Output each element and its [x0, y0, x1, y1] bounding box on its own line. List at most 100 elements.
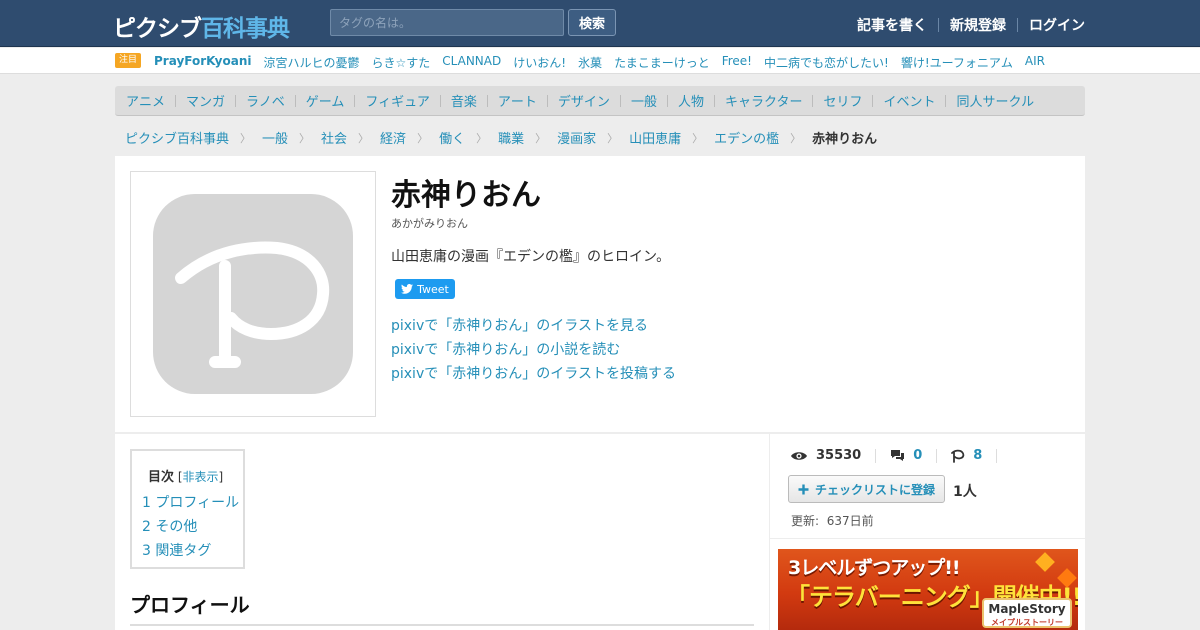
toc-item[interactable]: 2 その他	[142, 515, 239, 539]
divider	[812, 94, 814, 107]
breadcrumb-item[interactable]: 社会	[321, 128, 347, 147]
breadcrumb-item[interactable]: ピクシブ百科事典	[125, 128, 229, 147]
divider	[713, 94, 715, 107]
site-header: ピクシブ百科事典 検索 記事を書く 新規登録 ログイン	[0, 0, 1200, 47]
post-illustration-link[interactable]: pixivで「赤神りおん」のイラストを投稿する	[391, 362, 676, 386]
pixiv-logo-icon	[153, 194, 353, 394]
category-item[interactable]: 一般	[631, 91, 657, 110]
maple-leaf-icon	[1035, 552, 1055, 572]
category-item[interactable]: アート	[498, 91, 537, 110]
trending-tag[interactable]: たまこまーけっと	[614, 54, 710, 71]
search-input[interactable]	[330, 9, 564, 36]
trending-tag[interactable]: Free!	[722, 54, 752, 71]
page-title: 赤神りおん	[391, 178, 541, 213]
toc-item[interactable]: 3 関連タグ	[142, 539, 239, 563]
trending-tag[interactable]: 響け!ユーフォニアム	[901, 54, 1013, 71]
logo-kanji: 百科事典	[201, 16, 290, 42]
signup-link[interactable]: 新規登録	[950, 15, 1006, 35]
divider	[546, 94, 548, 107]
divider	[875, 448, 877, 463]
title-reading: あかがみりおん	[391, 217, 468, 230]
breadcrumb-item[interactable]: 一般	[262, 128, 288, 147]
tweet-button[interactable]: Tweet	[395, 279, 455, 299]
breadcrumb-item[interactable]: 漫画家	[557, 128, 596, 147]
chevron-right-icon: 〉	[358, 131, 370, 145]
ad-banner[interactable]: 3レベルずつアップ!! 「テラバーニング」開催中!! MapleStory メイ…	[778, 549, 1078, 630]
header-links: 記事を書く 新規登録 ログイン	[857, 15, 1085, 35]
add-to-checklist-button[interactable]: チェックリストに登録	[788, 475, 945, 503]
chevron-right-icon: 〉	[692, 131, 704, 145]
section-heading: プロフィール	[130, 589, 754, 626]
write-article-link[interactable]: 記事を書く	[857, 15, 927, 35]
ad-container: 3レベルずつアップ!! 「テラバーニング」開催中!! MapleStory メイ…	[770, 539, 1085, 630]
breadcrumb-current: 赤神りおん	[812, 132, 878, 147]
login-link[interactable]: ログイン	[1029, 15, 1085, 35]
trending-tag[interactable]: 中二病でも恋がしたい!	[764, 54, 889, 71]
divider	[486, 94, 488, 107]
sidebar-stats: 35530 0 8 チェックリストに登録 1人 更新: 637日前	[770, 434, 1085, 538]
divider	[872, 94, 874, 107]
article-header: 赤神りおん あかがみりおん 山田恵庸の漫画『エデンの檻』のヒロイン。 Tweet…	[115, 156, 1085, 432]
trending-tag[interactable]: けいおん!	[513, 54, 566, 71]
trending-tag[interactable]: PrayForKyoani	[154, 54, 252, 71]
trending-tag[interactable]: 氷菓	[578, 54, 602, 71]
category-item[interactable]: 人物	[678, 91, 704, 110]
article-body: 目次 [非表示] 1 プロフィール 2 その他 3 関連タグ プロフィール	[115, 434, 769, 630]
category-item[interactable]: イベント	[883, 91, 935, 110]
category-item[interactable]: 音楽	[451, 91, 477, 110]
category-item[interactable]: アニメ	[126, 91, 165, 110]
read-novels-link[interactable]: pixivで「赤神りおん」の小説を読む	[391, 338, 676, 362]
category-item[interactable]: キャラクター	[725, 91, 802, 110]
divider	[666, 94, 668, 107]
category-item[interactable]: デザイン	[558, 91, 610, 110]
trending-tag[interactable]: CLANNAD	[442, 54, 501, 71]
trending-tag[interactable]: らき☆すた	[372, 54, 431, 71]
pixiv-p-icon	[951, 449, 965, 463]
view-illustrations-link[interactable]: pixivで「赤神りおん」のイラストを見る	[391, 314, 676, 338]
comment-count: 0	[913, 448, 923, 463]
category-item[interactable]: ゲーム	[306, 91, 345, 110]
breadcrumb-item[interactable]: 山田恵庸	[629, 128, 681, 147]
toc-list: 1 プロフィール 2 その他 3 関連タグ	[142, 491, 239, 563]
pixiv-p-glyph	[175, 241, 330, 368]
divider	[1017, 18, 1018, 32]
toc-toggle[interactable]: 非表示	[183, 470, 219, 484]
breadcrumb-item[interactable]: エデンの檻	[714, 128, 779, 147]
divider	[619, 94, 621, 107]
article-thumbnail	[130, 171, 376, 417]
trending-tags: PrayForKyoani 涼宮ハルヒの憂鬱 らき☆すた CLANNAD けいお…	[154, 54, 1045, 71]
category-item[interactable]: 同人サークル	[956, 91, 1034, 110]
pixiv-count: 8	[973, 448, 983, 463]
trending-tags-bar: 注目 PrayForKyoani 涼宮ハルヒの憂鬱 らき☆すた CLANNAD …	[0, 48, 1200, 74]
tweet-label: Tweet	[417, 282, 449, 296]
twitter-bird-icon	[401, 284, 414, 294]
chevron-right-icon: 〉	[607, 131, 619, 145]
ad-logo-text: MapleStory	[988, 602, 1066, 616]
toc-item[interactable]: 1 プロフィール	[142, 491, 239, 515]
article-summary: 山田恵庸の漫画『エデンの檻』のヒロイン。	[391, 249, 671, 265]
trending-tag[interactable]: AIR	[1025, 54, 1045, 71]
category-item[interactable]: マンガ	[186, 91, 225, 110]
pixiv-stat[interactable]: 8	[951, 448, 982, 463]
trending-tag[interactable]: 涼宮ハルヒの憂鬱	[264, 54, 360, 71]
breadcrumb-item[interactable]: 働く	[439, 128, 465, 147]
comments-stat[interactable]: 0	[890, 448, 922, 463]
category-item[interactable]: セリフ	[823, 91, 862, 110]
search-button[interactable]: 検索	[568, 9, 616, 36]
category-item[interactable]: ラノベ	[246, 91, 285, 110]
breadcrumb-item[interactable]: 職業	[498, 128, 524, 147]
chevron-right-icon: 〉	[790, 131, 802, 145]
divider	[936, 448, 938, 463]
breadcrumb-item[interactable]: 経済	[380, 128, 406, 147]
divider	[439, 94, 441, 107]
checklist-count: 1人	[953, 484, 977, 500]
category-item[interactable]: フィギュア	[365, 91, 429, 110]
eye-icon	[791, 451, 807, 460]
divider	[938, 18, 939, 32]
ad-logo: MapleStory メイプルストーリー	[982, 598, 1072, 628]
category-nav: アニメ マンガ ラノベ ゲーム フィギュア 音楽 アート デザイン 一般 人物 …	[115, 86, 1085, 116]
updated-info: 更新: 637日前	[791, 512, 874, 529]
divider	[235, 94, 237, 107]
site-logo[interactable]: ピクシブ百科事典	[113, 9, 290, 42]
trending-badge: 注目	[115, 53, 142, 68]
